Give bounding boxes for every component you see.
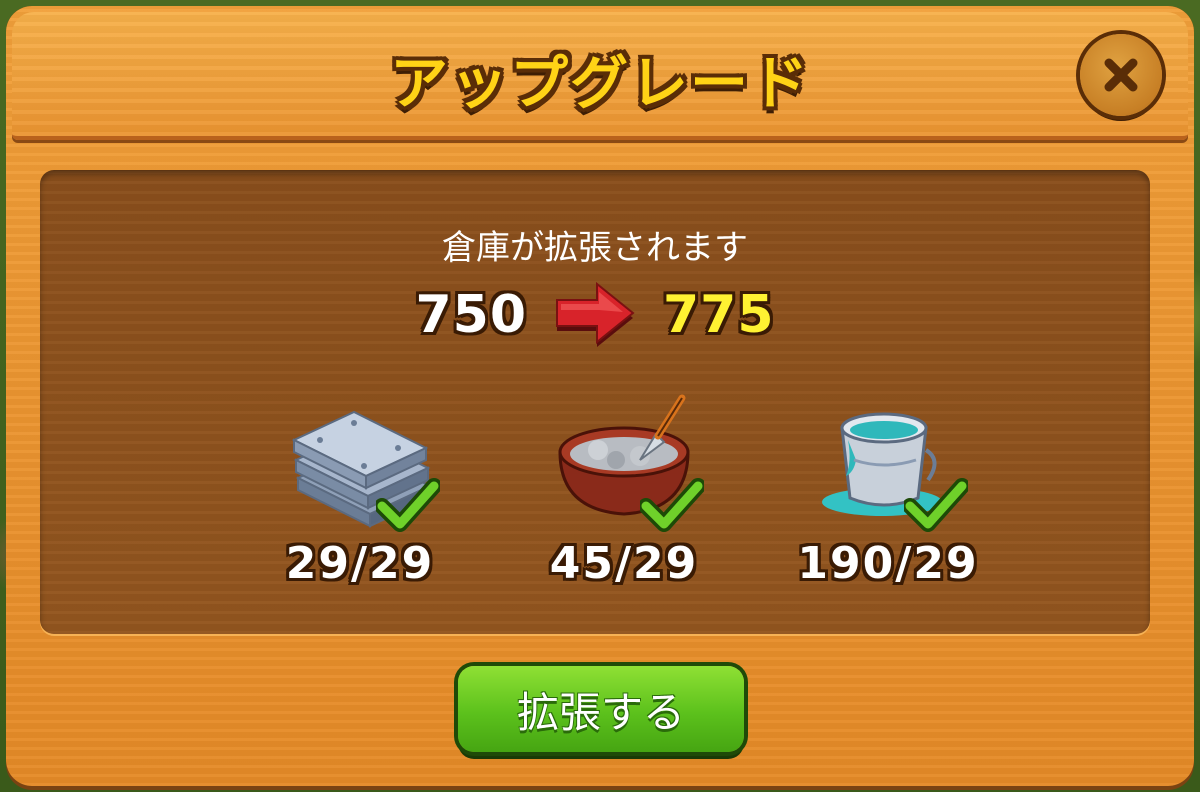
right-arrow-icon bbox=[553, 282, 637, 348]
checkmark-icon bbox=[904, 478, 968, 532]
material-item-metal-plates[interactable]: 29/29 bbox=[260, 390, 460, 600]
upgrade-description: 倉庫が拡張されます bbox=[442, 228, 748, 268]
expand-button[interactable]: 拡張する bbox=[458, 666, 744, 752]
checkmark-icon bbox=[376, 478, 440, 532]
material-count: 190/29 bbox=[797, 538, 979, 589]
close-icon bbox=[1104, 58, 1138, 92]
capacity-change: 750 775 bbox=[40, 280, 1150, 350]
required-materials: 29/29 45/29 190/29 bbox=[40, 390, 1150, 600]
checkmark-icon bbox=[640, 478, 704, 532]
dialog-header: アップグレード bbox=[12, 12, 1188, 140]
capacity-new: 775 bbox=[663, 285, 775, 345]
material-item-cement[interactable]: 45/29 bbox=[524, 390, 724, 600]
capacity-current: 750 bbox=[415, 285, 527, 345]
upgrade-dialog: アップグレード 倉庫が拡張されます 750 775 29/29 45/29 19… bbox=[6, 6, 1194, 786]
close-button[interactable] bbox=[1080, 34, 1162, 116]
upgrade-info-panel: 倉庫が拡張されます 750 775 29/29 45/29 190/29 bbox=[40, 170, 1150, 634]
material-count: 29/29 bbox=[285, 538, 435, 589]
material-item-paint[interactable]: 190/29 bbox=[788, 390, 988, 600]
material-count: 45/29 bbox=[549, 538, 699, 589]
dialog-title: アップグレード bbox=[389, 49, 810, 117]
expand-button-label: 拡張する bbox=[516, 687, 685, 737]
